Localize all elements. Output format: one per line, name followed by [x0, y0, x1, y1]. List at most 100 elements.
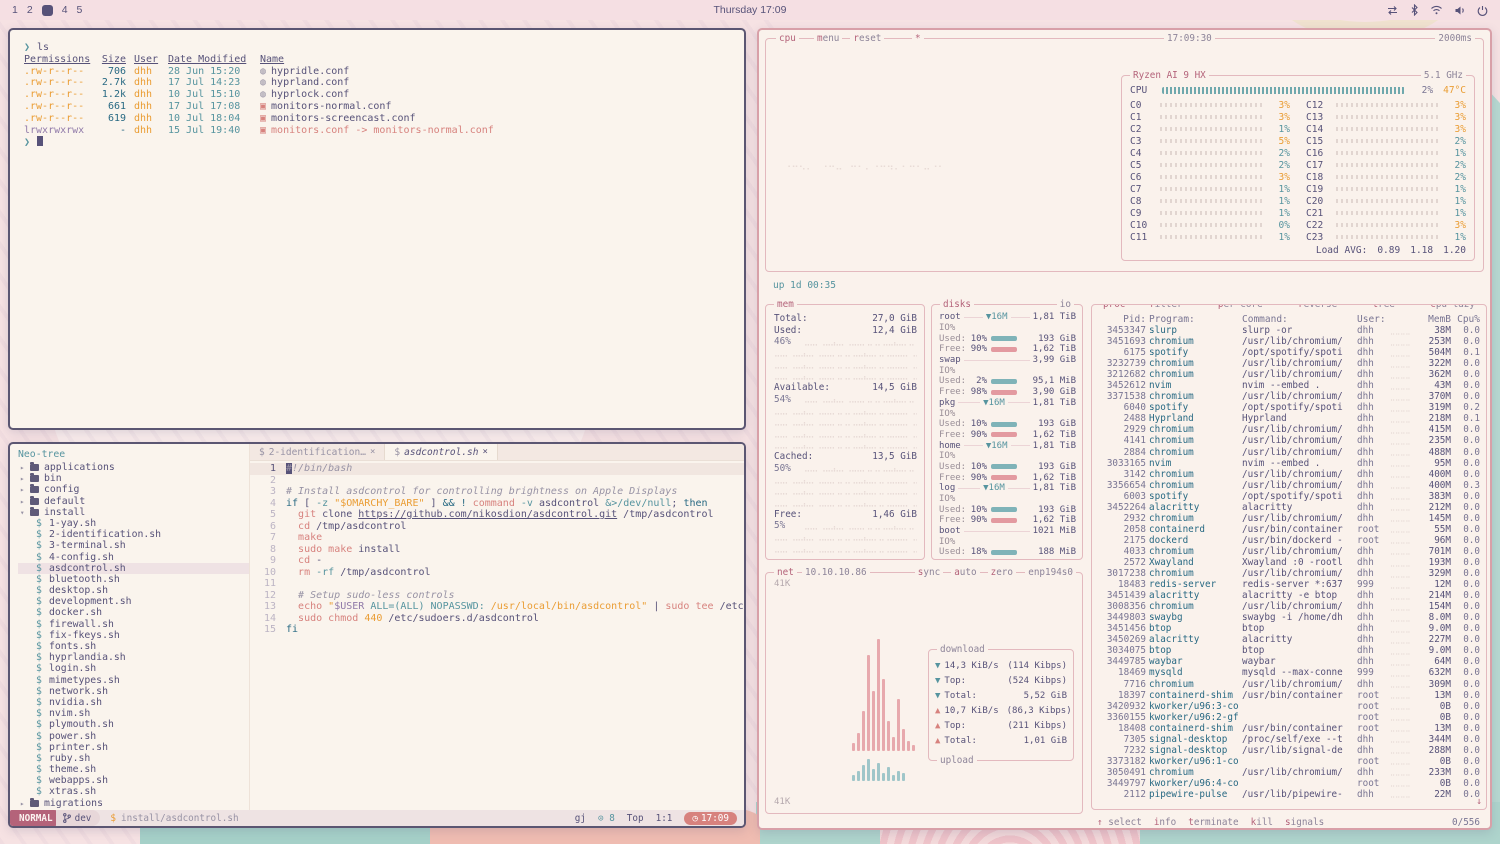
btop-tab-menu[interactable]: menu [814, 33, 842, 44]
net-interface[interactable]: enp194s0 [1025, 567, 1076, 578]
tree-item-login-sh[interactable]: $login.sh [18, 663, 249, 674]
process-row[interactable]: 3453347slurpslurp -ordhh⣀⣀⣀⣀38M0.0 [1096, 325, 1484, 336]
code-area[interactable]: 1#!/bin/bash23# Install asdcontrol for c… [250, 461, 744, 636]
disk-home[interactable]: home▼16M1,81 TiB [939, 440, 1076, 451]
process-row[interactable]: 7305signal-desktop/proc/self/exe --tdhh⣀… [1096, 734, 1484, 745]
close-icon[interactable]: × [370, 447, 375, 457]
footer-terminate[interactable]: terminate [1188, 817, 1238, 828]
workspace-2[interactable]: 2 [27, 4, 33, 16]
tree-item-plymouth-sh[interactable]: $plymouth.sh [18, 719, 249, 730]
process-row[interactable]: 4033chromium/usr/lib/chromium/dhh⣀⣀⣀⣀701… [1096, 546, 1484, 557]
net-toggle-sync[interactable]: sync [915, 567, 943, 578]
process-row[interactable]: 2112pipewire-pulse/usr/lib/pipewire-dhh⣀… [1096, 789, 1484, 800]
power-icon[interactable] [1477, 5, 1488, 16]
process-row[interactable]: 3452612nvimnvim --embed .dhh⣀⣀⣀⣀43M0.0 [1096, 380, 1484, 391]
tree-item-fix-fkeys-sh[interactable]: $fix-fkeys.sh [18, 630, 249, 641]
process-row[interactable]: 3449797kworker/u96:4-coroot⣀⣀⣀⣀0B0.0 [1096, 778, 1484, 789]
wifi-icon[interactable] [1430, 5, 1443, 15]
process-row[interactable]: 18408containerd-shim/usr/bin/containerro… [1096, 723, 1484, 734]
process-row[interactable]: 18483redis-serverredis-server *:637999⣀⣀… [1096, 579, 1484, 590]
tree-item-xtras-sh[interactable]: $xtras.sh [18, 786, 249, 797]
process-row[interactable]: 3034075btopbtopdhh⣀⣀⣀⣀9.0M0.0 [1096, 645, 1484, 656]
disk-root[interactable]: root▼16M1,81 TiB [939, 312, 1076, 323]
tree-item-applications[interactable]: ▸applications [18, 462, 249, 473]
tab-2-identification[interactable]: $ 2-identification… × [250, 444, 385, 460]
process-row[interactable]: 3450269alacrittyalacrittydhh⣀⣀⣀⣀227M0.0 [1096, 634, 1484, 645]
tree-item-default[interactable]: ▸default [18, 496, 249, 507]
tree-item-fonts-sh[interactable]: $fonts.sh [18, 641, 249, 652]
process-row[interactable]: 3371538chromium/usr/lib/chromium/dhh⣀⣀⣀⣀… [1096, 391, 1484, 402]
tree-item-asdcontrol-sh[interactable]: $asdcontrol.sh [18, 563, 249, 574]
process-row[interactable]: 3452264alacrittyalacrittydhh⣀⣀⣀⣀212M0.0 [1096, 502, 1484, 513]
process-row[interactable]: 3033165nvimnvim --embed .dhh⣀⣀⣀⣀95M0.0 [1096, 458, 1484, 469]
workspace-3[interactable] [42, 5, 53, 16]
process-row[interactable]: 7232signal-desktop/usr/lib/signal-dedhh⣀… [1096, 745, 1484, 756]
btop-tab-reset[interactable]: reset [850, 33, 884, 44]
tree-item-bluetooth-sh[interactable]: $bluetooth.sh [18, 574, 249, 585]
process-row[interactable]: 2058containerd/usr/bin/containerroot⣀⣀⣀⣀… [1096, 524, 1484, 535]
disk-pkg[interactable]: pkg▼16M1,81 TiB [939, 398, 1076, 409]
io-toggle[interactable]: io [1057, 299, 1074, 310]
process-row[interactable]: 3017238chromium/usr/lib/chromium/dhh⣀⣀⣀⣀… [1096, 568, 1484, 579]
tab-asdcontrol[interactable]: $ asdcontrol.sh × [385, 444, 498, 460]
proc-option-filter[interactable]: filter [1146, 304, 1186, 310]
bluetooth-icon[interactable] [1410, 4, 1419, 16]
process-row[interactable]: 3451693chromium/usr/lib/chromium/dhh⣀⣀⣀⣀… [1096, 336, 1484, 347]
scroll-down-icon[interactable]: ↓ [1476, 796, 1482, 807]
disk-boot[interactable]: boot1021 MiB [939, 526, 1076, 537]
process-row[interactable]: 3008356chromium/usr/lib/chromium/dhh⣀⣀⣀⣀… [1096, 601, 1484, 612]
process-row[interactable]: 6040spotify/opt/spotify/spotidhh⣀⣀⣀⣀319M… [1096, 402, 1484, 413]
process-row[interactable]: 2932chromium/usr/lib/chromium/dhh⣀⣀⣀⣀145… [1096, 513, 1484, 524]
process-row[interactable]: 3451456btopbtopdhh⣀⣀⣀⣀9.0M0.0 [1096, 623, 1484, 634]
process-row[interactable]: 2572XwaylandXwayland :0 -rootldhh⣀⣀⣀⣀193… [1096, 557, 1484, 568]
tree-item-ruby-sh[interactable]: $ruby.sh [18, 753, 249, 764]
process-row[interactable]: 3451439alacrittyalacritty -e btopdhh⣀⣀⣀⣀… [1096, 590, 1484, 601]
tree-item-hyprlandia-sh[interactable]: $hyprlandia.sh [18, 652, 249, 663]
process-row[interactable]: 2175dockerd/usr/bin/dockerd -root⣀⣀⣀⣀96M… [1096, 535, 1484, 546]
volume-icon[interactable] [1454, 5, 1466, 16]
tree-item-theme-sh[interactable]: $theme.sh [18, 764, 249, 775]
tree-item-config[interactable]: ▸config [18, 484, 249, 495]
process-row[interactable]: 3142chromium/usr/lib/chromium/dhh⣀⣀⣀⣀400… [1096, 469, 1484, 480]
workspace-4[interactable]: 4 [62, 4, 68, 16]
tree-item-install[interactable]: ▾install [18, 507, 249, 518]
preset-star[interactable]: * [912, 33, 924, 44]
process-row[interactable]: 3449785waybarwaybardhh⣀⣀⣀⣀64M0.0 [1096, 656, 1484, 667]
process-row[interactable]: 3449803swaybgswaybg -i /home/dhdhh⣀⣀⣀⣀8.… [1096, 612, 1484, 623]
tree-item-2-identification-sh[interactable]: $2-identification.sh [18, 529, 249, 540]
tree-item-4-config-sh[interactable]: $4-config.sh [18, 552, 249, 563]
process-row[interactable]: 3420932kworker/u96:3-coroot⣀⣀⣀⣀0B0.0 [1096, 701, 1484, 712]
process-row[interactable]: 3232739chromium/usr/lib/chromium/dhh⣀⣀⣀⣀… [1096, 358, 1484, 369]
process-row[interactable]: 3212682chromium/usr/lib/chromium/dhh⣀⣀⣀⣀… [1096, 369, 1484, 380]
tree-item-webapps-sh[interactable]: $webapps.sh [18, 775, 249, 786]
footer-info[interactable]: info [1154, 817, 1176, 828]
refresh-interval[interactable]: 2000ms [1435, 33, 1475, 44]
disk-swap[interactable]: swap3,99 GiB [939, 355, 1076, 366]
tree-item-network-sh[interactable]: $network.sh [18, 686, 249, 697]
workspace-1[interactable]: 1 [12, 4, 18, 16]
process-row[interactable]: 7716chromium/usr/lib/chromium/dhh⣀⣀⣀⣀309… [1096, 679, 1484, 690]
select-hint[interactable]: ↑ select [1097, 817, 1142, 828]
footer-kill[interactable]: kill [1251, 817, 1273, 828]
process-row[interactable]: 18397containerd-shim/usr/bin/containerro… [1096, 690, 1484, 701]
process-row[interactable]: 3356654chromium/usr/lib/chromium/dhh⣀⣀⣀⣀… [1096, 480, 1484, 491]
proc-option-cpu-lazy[interactable]: cpu lazy [1427, 304, 1478, 310]
process-row[interactable]: 18469mysqldmysqld --max-conne999⣀⣀⣀⣀632M… [1096, 667, 1484, 678]
process-row[interactable]: 6003spotify/opt/spotify/spotidhh⣀⣀⣀⣀383M… [1096, 491, 1484, 502]
tree-item-nvidia-sh[interactable]: $nvidia.sh [18, 697, 249, 708]
process-row[interactable]: 4141chromium/usr/lib/chromium/dhh⣀⣀⣀⣀235… [1096, 435, 1484, 446]
tree-item-development-sh[interactable]: $development.sh [18, 596, 249, 607]
process-row[interactable]: 2884chromium/usr/lib/chromium/dhh⣀⣀⣀⣀488… [1096, 447, 1484, 458]
tree-item-bin[interactable]: ▸bin [18, 473, 249, 484]
tree-item-mimetypes-sh[interactable]: $mimetypes.sh [18, 675, 249, 686]
proc-option-per-core[interactable]: per-core [1215, 304, 1266, 310]
disk-log[interactable]: log▼16M1,81 TiB [939, 483, 1076, 494]
process-row[interactable]: 6175spotify/opt/spotify/spotidhh⣀⣀⣀⣀504M… [1096, 347, 1484, 358]
tree-item-3-terminal-sh[interactable]: $3-terminal.sh [18, 540, 249, 551]
proc-option-tree[interactable]: tree [1370, 304, 1398, 310]
tree-item-printer-sh[interactable]: $printer.sh [18, 742, 249, 753]
cpu-box-title[interactable]: cpu [776, 33, 799, 44]
tree-item-migrations[interactable]: ▸migrations [18, 798, 249, 809]
net-toggle-auto[interactable]: auto [951, 567, 979, 578]
proc-option-reverse[interactable]: reverse [1295, 304, 1340, 310]
